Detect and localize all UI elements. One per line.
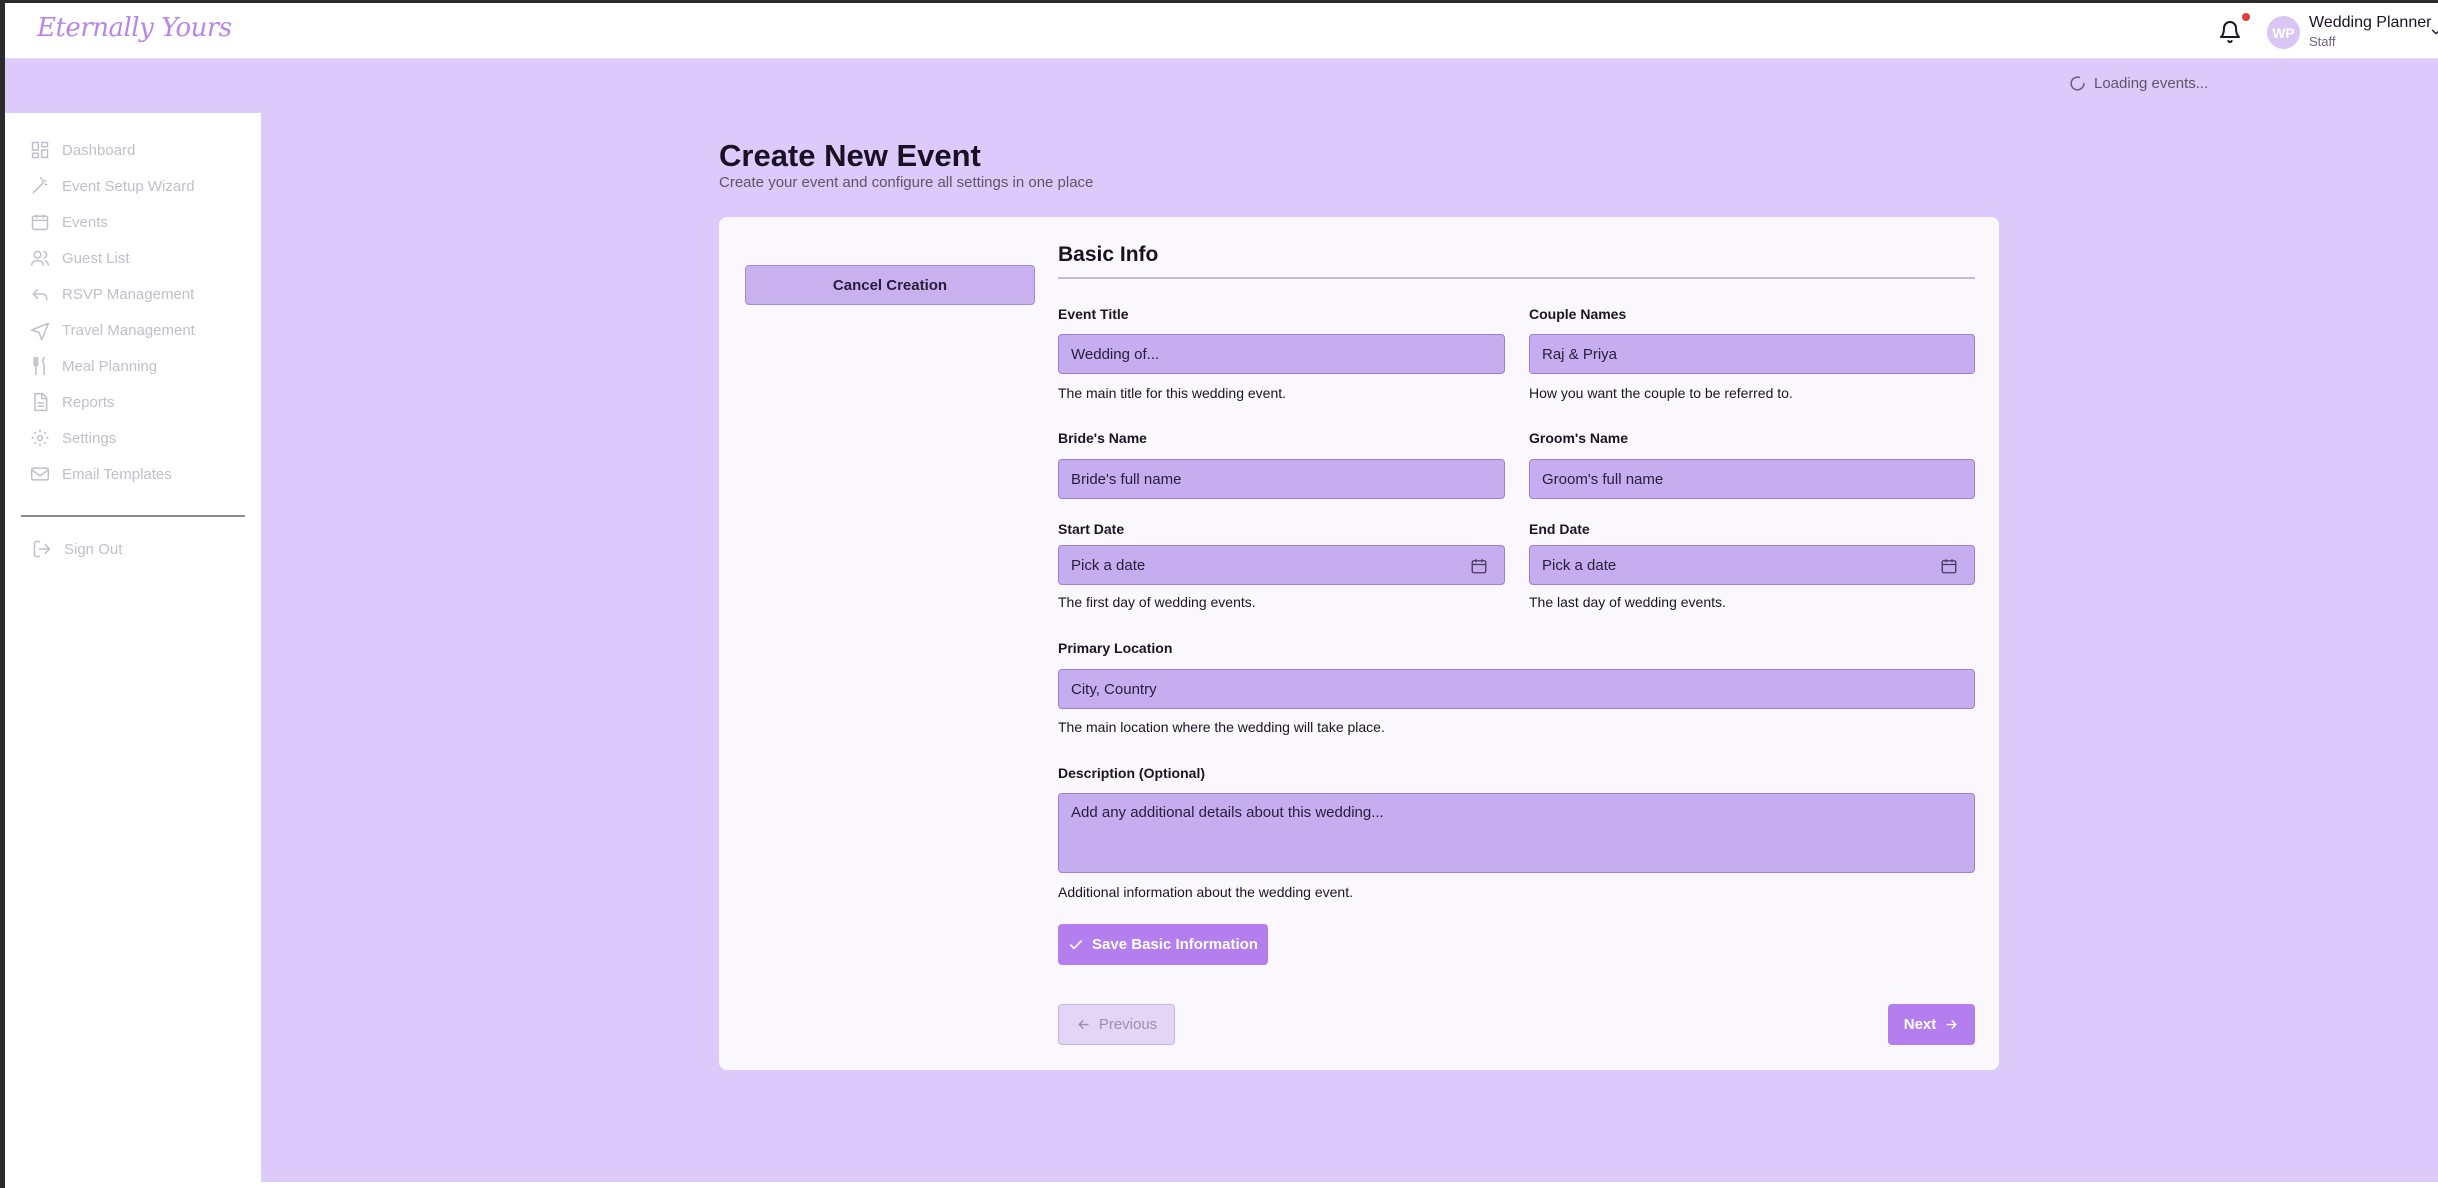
previous-button[interactable]: Previous bbox=[1058, 1004, 1175, 1045]
description-placeholder: Add any additional details about this we… bbox=[1071, 804, 1384, 821]
page-subtitle: Create your event and configure all sett… bbox=[719, 174, 1094, 191]
couple-names-input[interactable]: Raj & Priya bbox=[1529, 334, 1975, 374]
sidebar-item-label: RSVP Management bbox=[62, 285, 195, 303]
sidebar-item-label: Email Templates bbox=[62, 465, 172, 483]
start-date-placeholder: Pick a date bbox=[1071, 556, 1146, 574]
reply-icon bbox=[32, 289, 48, 301]
loading-indicator: Loading events... bbox=[2069, 75, 2208, 92]
calendar-icon bbox=[31, 214, 49, 231]
save-basic-information-button[interactable]: Save Basic Information bbox=[1058, 924, 1268, 965]
previous-label: Previous bbox=[1098, 1016, 1158, 1033]
sidebar-item-travel-management[interactable]: Travel Management bbox=[30, 318, 195, 342]
user-name[interactable]: Wedding Planner bbox=[2309, 14, 2431, 32]
groom-name-input[interactable]: Groom's full name bbox=[1529, 459, 1975, 499]
end-date-picker[interactable]: Pick a date bbox=[1529, 545, 1975, 585]
check-icon bbox=[1069, 939, 1083, 949]
chevron-down-icon[interactable] bbox=[2429, 25, 2438, 39]
event-title-hint: The main title for this wedding event. bbox=[1058, 385, 1287, 401]
event-title-input[interactable]: Wedding of... bbox=[1058, 334, 1505, 374]
dashboard-icon bbox=[31, 141, 49, 159]
event-title-placeholder: Wedding of... bbox=[1071, 345, 1160, 363]
wand-icon bbox=[32, 176, 48, 194]
section-divider bbox=[1058, 277, 1975, 279]
loading-text: Loading events... bbox=[2094, 75, 2209, 92]
sidebar-item-events[interactable]: Events bbox=[30, 210, 108, 234]
end-date-placeholder: Pick a date bbox=[1542, 556, 1617, 574]
primary-location-input[interactable]: City, Country bbox=[1058, 669, 1975, 709]
page-title: Create New Event bbox=[719, 138, 981, 173]
bride-name-input[interactable]: Bride's full name bbox=[1058, 459, 1505, 499]
calendar-icon bbox=[1941, 559, 1957, 574]
description-textarea[interactable]: Add any additional details about this we… bbox=[1058, 793, 1975, 873]
groom-name-placeholder: Groom's full name bbox=[1542, 470, 1664, 488]
sidebar-item-label: Guest List bbox=[62, 249, 130, 267]
sidebar-item-meal-planning[interactable]: Meal Planning bbox=[30, 354, 157, 378]
gear-icon bbox=[31, 429, 49, 447]
app-header: Eternally Yours WP Wedding Planner Staff bbox=[5, 3, 2438, 59]
sidebar-item-label: Events bbox=[62, 213, 108, 231]
sidebar-item-label: Reports bbox=[62, 393, 115, 411]
primary-location-label: Primary Location bbox=[1058, 640, 1173, 656]
user-role: Staff bbox=[2309, 34, 2336, 49]
sidebar-item-label: Travel Management bbox=[62, 321, 195, 339]
sidebar-item-rsvp-management[interactable]: RSVP Management bbox=[30, 282, 194, 306]
start-date-picker[interactable]: Pick a date bbox=[1058, 545, 1505, 585]
sidebar-divider bbox=[21, 515, 245, 517]
bell-icon[interactable] bbox=[2218, 20, 2242, 44]
primary-location-placeholder: City, Country bbox=[1071, 680, 1157, 698]
sidebar-item-email-templates[interactable]: Email Templates bbox=[30, 462, 172, 486]
calendar-icon bbox=[1471, 559, 1487, 574]
sidebar-item-event-setup-wizard[interactable]: Event Setup Wizard bbox=[30, 174, 195, 198]
next-label: Next bbox=[1903, 1016, 1937, 1033]
start-date-label: Start Date bbox=[1058, 521, 1125, 537]
app-logo[interactable]: Eternally Yours bbox=[37, 13, 232, 43]
end-date-label: End Date bbox=[1529, 521, 1590, 537]
log-out-icon bbox=[33, 540, 51, 558]
sidebar-item-label: Dashboard bbox=[62, 141, 136, 159]
spinner-icon bbox=[2070, 76, 2085, 91]
primary-location-hint: The main location where the wedding will… bbox=[1058, 719, 1385, 735]
utensils-icon bbox=[33, 356, 45, 376]
description-hint: Additional information about the wedding… bbox=[1058, 884, 1353, 900]
section-title: Basic Info bbox=[1058, 243, 1159, 266]
couple-names-hint: How you want the couple to be referred t… bbox=[1529, 385, 1793, 401]
sidebar-item-label: Settings bbox=[62, 429, 117, 447]
groom-name-label: Groom's Name bbox=[1529, 430, 1629, 446]
next-button[interactable]: Next bbox=[1888, 1004, 1975, 1045]
mail-icon bbox=[30, 467, 50, 481]
sidebar-item-label: Event Setup Wizard bbox=[62, 177, 195, 195]
sidebar: Dashboard Event Setup Wizard Events Gues… bbox=[5, 113, 261, 1182]
file-icon bbox=[34, 392, 48, 412]
cancel-creation-button[interactable]: Cancel Creation bbox=[745, 265, 1035, 305]
sign-out-label: Sign Out bbox=[64, 540, 123, 558]
description-label: Description (Optional) bbox=[1058, 765, 1205, 781]
sidebar-item-settings[interactable]: Settings bbox=[30, 426, 116, 450]
start-date-hint: The first day of wedding events. bbox=[1058, 594, 1256, 610]
users-icon bbox=[30, 250, 50, 266]
sidebar-item-guest-list[interactable]: Guest List bbox=[30, 246, 130, 270]
plane-icon bbox=[30, 322, 50, 340]
sidebar-item-reports[interactable]: Reports bbox=[30, 390, 115, 414]
bride-name-label: Bride's Name bbox=[1058, 430, 1147, 446]
sidebar-item-label: Meal Planning bbox=[62, 357, 158, 375]
save-label: Save Basic Information bbox=[1092, 936, 1258, 953]
notification-dot bbox=[2242, 13, 2250, 21]
couple-names-label: Couple Names bbox=[1529, 306, 1627, 322]
arrow-left-icon bbox=[1078, 1020, 1089, 1029]
event-title-label: Event Title bbox=[1058, 306, 1129, 322]
end-date-hint: The last day of wedding events. bbox=[1529, 594, 1726, 610]
arrow-right-icon bbox=[1946, 1020, 1957, 1029]
sidebar-item-dashboard[interactable]: Dashboard bbox=[30, 138, 135, 162]
couple-names-placeholder: Raj & Priya bbox=[1542, 345, 1618, 363]
bottom-strip bbox=[5, 1182, 2438, 1188]
bride-name-placeholder: Bride's full name bbox=[1071, 470, 1182, 488]
avatar[interactable]: WP bbox=[2267, 16, 2300, 49]
sign-out-button[interactable]: Sign Out bbox=[32, 539, 122, 559]
